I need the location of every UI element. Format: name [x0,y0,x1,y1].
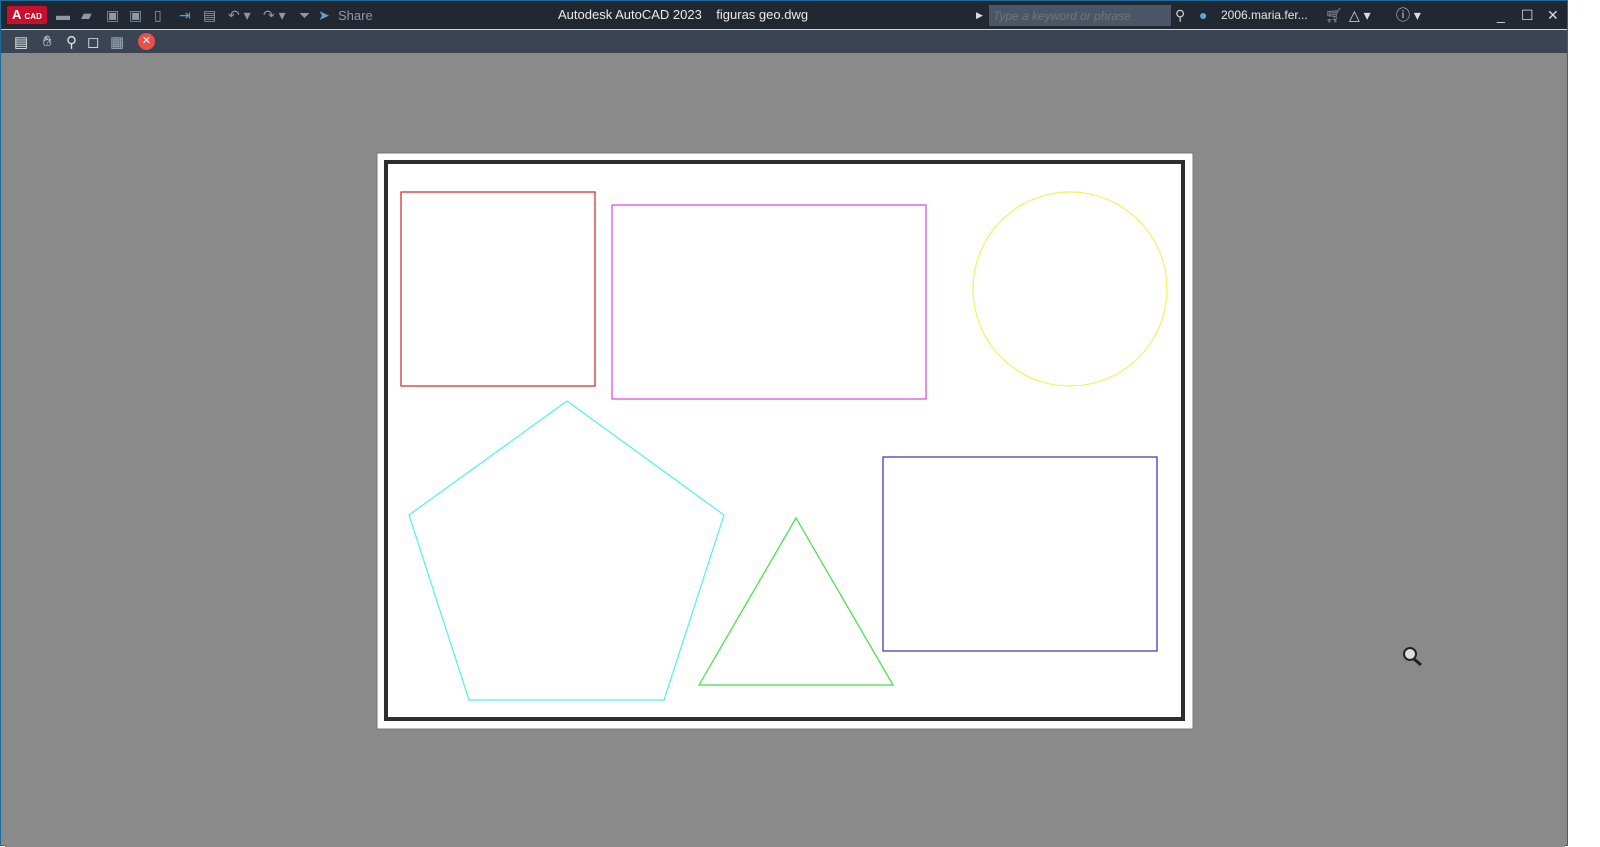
paper-sheet [376,152,1194,730]
zoom-cursor-icon [1403,647,1422,667]
drawing [376,152,1422,730]
